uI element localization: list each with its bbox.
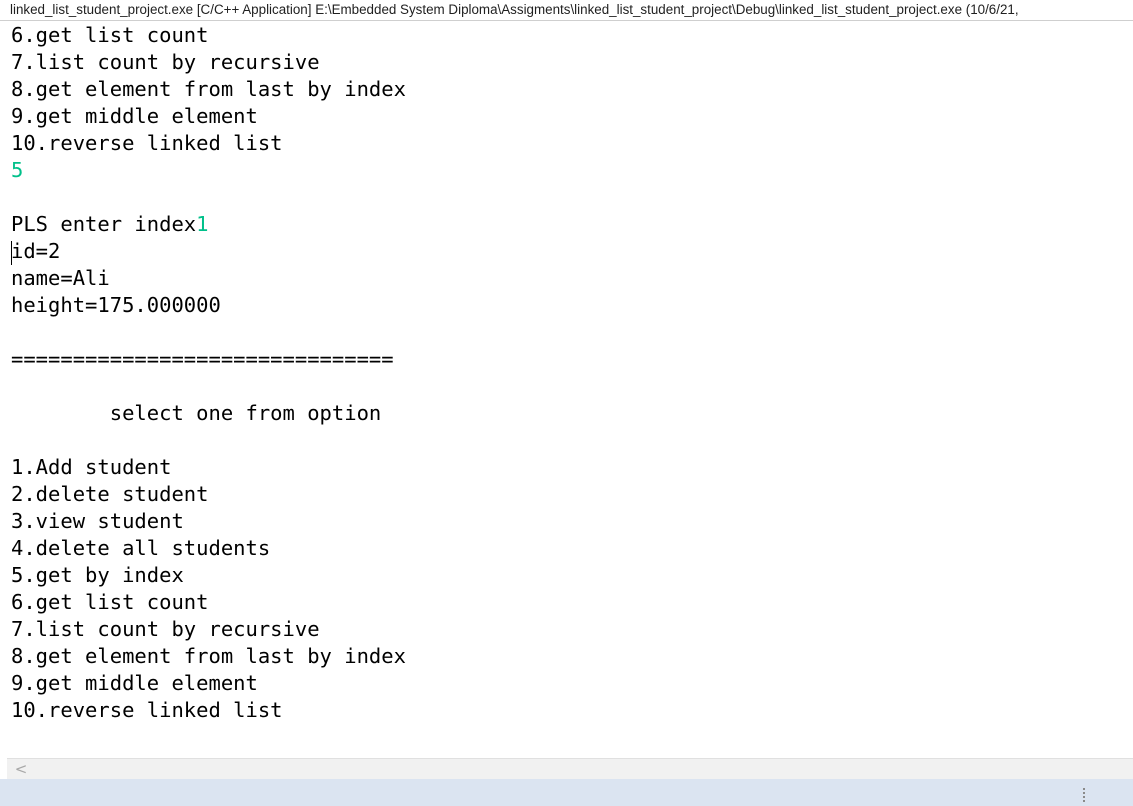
record-name: name=Ali xyxy=(11,266,110,290)
record-id: id=2 xyxy=(11,239,61,263)
horizontal-scrollbar[interactable]: < xyxy=(7,758,1133,779)
console-title: linked_list_student_project.exe [C/C++ A… xyxy=(10,2,1019,17)
status-bar xyxy=(0,779,1133,806)
menu-line: 4.delete all students xyxy=(11,536,271,560)
record-height: height=175.000000 xyxy=(11,293,221,317)
menu-line: 9.get middle element xyxy=(11,671,258,695)
menu-line: 6.get list count xyxy=(11,23,209,47)
menu-heading: select one from option xyxy=(11,401,382,425)
menu-line: 10.reverse linked list xyxy=(11,698,283,722)
drag-grip-icon[interactable] xyxy=(1082,788,1086,804)
scroll-left-icon[interactable]: < xyxy=(13,759,29,779)
index-prompt-line: PLS enter index1 xyxy=(11,211,208,238)
menu-line: 3.view student xyxy=(11,509,184,533)
menu-line: 5.get by index xyxy=(11,563,184,587)
menu-line: 7.list count by recursive xyxy=(11,50,320,74)
console-title-bar: linked_list_student_project.exe [C/C++ A… xyxy=(0,0,1133,21)
menu-line: 8.get element from last by index xyxy=(11,77,406,101)
user-choice-input: 5 xyxy=(11,158,24,182)
menu-line: 7.list count by recursive xyxy=(11,617,320,641)
menu-line: 6.get list count xyxy=(11,590,209,614)
menu-line: 8.get element from last by index xyxy=(11,644,406,668)
menu-line: 9.get middle element xyxy=(11,104,258,128)
user-index-input: 1 xyxy=(196,212,209,236)
menu-line: 2.delete student xyxy=(11,482,209,506)
menu-line: 1.Add student xyxy=(11,455,172,479)
console-window: linked_list_student_project.exe [C/C++ A… xyxy=(0,0,1133,806)
console-output[interactable]: 6.get list count 7.list count by recursi… xyxy=(0,21,1133,758)
index-prompt: PLS enter index xyxy=(11,212,197,236)
menu-line: 10.reverse linked list xyxy=(11,131,283,155)
separator-line: =============================== xyxy=(11,347,394,371)
